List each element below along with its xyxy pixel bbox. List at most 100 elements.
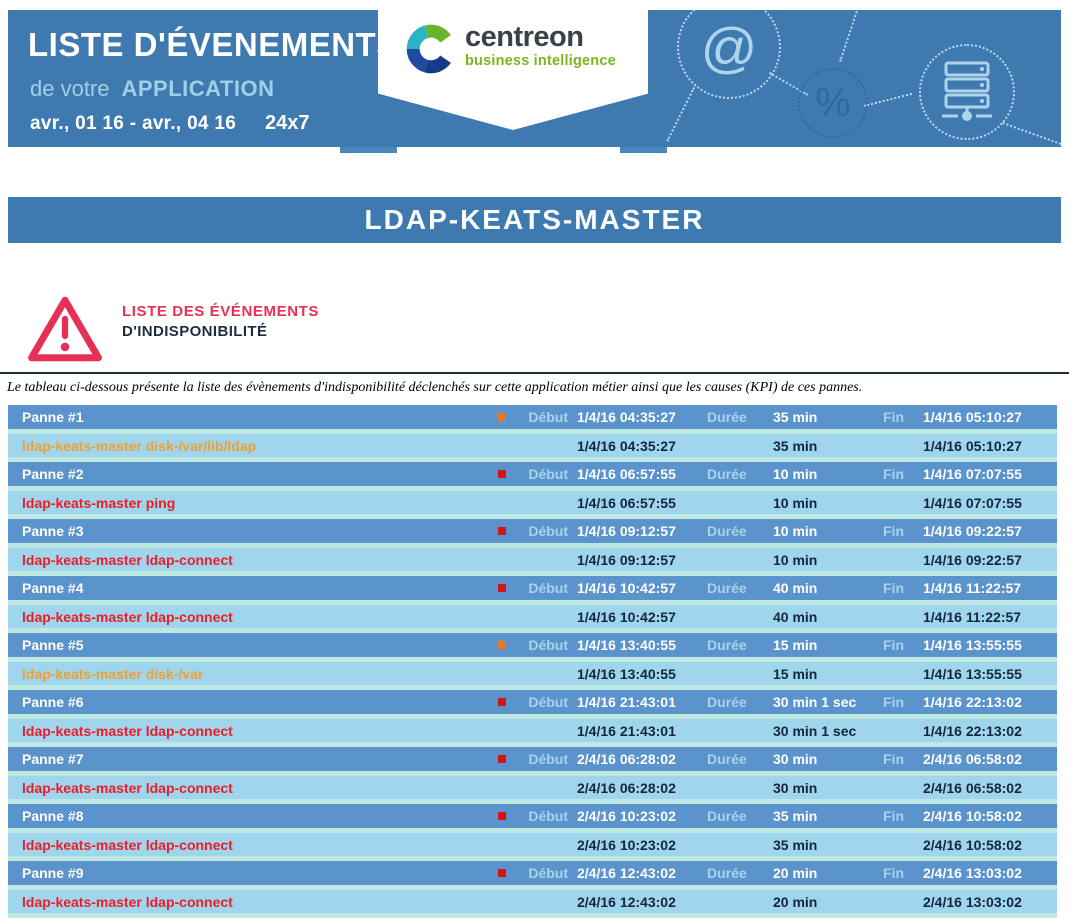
server-icon-glyph	[936, 60, 998, 124]
end-label: Fin	[883, 694, 923, 710]
header-edge-tab-left	[340, 147, 397, 153]
event-name: Panne #2	[8, 466, 498, 482]
end-value: 1/4/16 13:55:55	[923, 637, 1057, 653]
duration-value: 10 min	[773, 466, 883, 482]
event-header-row: Panne #9 Début 2/4/16 12:43:02 Durée 20 …	[8, 861, 1057, 885]
kpi-end-value: 2/4/16 06:58:02	[923, 780, 1057, 796]
kpi-name: ldap-keats-master ldap-connect	[8, 723, 498, 739]
application-banner: LDAP-KEATS-MASTER	[8, 197, 1061, 243]
kpi-end-value: 1/4/16 09:22:57	[923, 552, 1057, 568]
icon-spacer	[498, 784, 506, 792]
kpi-name: ldap-keats-master ping	[8, 495, 498, 511]
duration-value: 20 min	[773, 865, 883, 881]
event-group: Panne #2 Début 1/4/16 06:57:55 Durée 10 …	[8, 462, 1057, 519]
start-label: Début	[516, 694, 568, 710]
icon-spacer	[498, 442, 506, 450]
subtitle-emphasis: APPLICATION	[122, 76, 275, 101]
kpi-start-value: 2/4/16 10:23:02	[577, 837, 707, 853]
report-title: LISTE D'ÉVENEMENTS	[28, 26, 399, 64]
duration-label: Durée	[707, 637, 773, 653]
icon-spacer	[498, 670, 506, 678]
event-group: Panne #9 Début 2/4/16 12:43:02 Durée 20 …	[8, 861, 1057, 918]
kpi-name: ldap-keats-master ldap-connect	[8, 837, 498, 853]
severity-icon	[498, 584, 506, 592]
server-icon	[919, 44, 1015, 140]
kpi-name: ldap-keats-master disk-/var	[8, 666, 498, 682]
end-label: Fin	[883, 523, 923, 539]
event-detail-row: ldap-keats-master ldap-connect 2/4/16 10…	[8, 833, 1057, 856]
event-name: Panne #9	[8, 865, 498, 881]
header-edge-tab-right	[620, 147, 667, 153]
connector-line	[839, 10, 860, 62]
at-icon: @	[677, 10, 781, 99]
event-header-row: Panne #1 Début 1/4/16 04:35:27 Durée 35 …	[8, 405, 1057, 429]
kpi-start-value: 1/4/16 09:12:57	[577, 552, 707, 568]
warning-heading-line1: LISTE DES ÉVÉNEMENTS	[122, 303, 319, 320]
kpi-duration-value: 10 min	[773, 552, 883, 568]
divider	[0, 372, 1069, 374]
duration-label: Durée	[707, 694, 773, 710]
severity-icon	[498, 641, 506, 649]
centreon-logo: centreon business intelligence	[404, 22, 616, 76]
kpi-duration-value: 35 min	[773, 837, 883, 853]
event-group: Panne #3 Début 1/4/16 09:12:57 Durée 10 …	[8, 519, 1057, 576]
start-value: 2/4/16 06:28:02	[577, 751, 707, 767]
event-header-row: Panne #3 Début 1/4/16 09:12:57 Durée 10 …	[8, 519, 1057, 543]
event-header-row: Panne #6 Début 1/4/16 21:43:01 Durée 30 …	[8, 690, 1057, 714]
event-header-row: Panne #5 Début 1/4/16 13:40:55 Durée 15 …	[8, 633, 1057, 657]
start-value: 1/4/16 09:12:57	[577, 523, 707, 539]
severity-icon	[498, 527, 506, 535]
kpi-start-value: 1/4/16 10:42:57	[577, 609, 707, 625]
centreon-logo-icon	[404, 22, 458, 76]
end-label: Fin	[883, 580, 923, 596]
event-detail-row: ldap-keats-master disk-/var 1/4/16 13:40…	[8, 662, 1057, 685]
start-value: 2/4/16 12:43:02	[577, 865, 707, 881]
event-detail-row: ldap-keats-master ping 1/4/16 06:57:55 1…	[8, 491, 1057, 514]
start-value: 1/4/16 10:42:57	[577, 580, 707, 596]
kpi-duration-value: 15 min	[773, 666, 883, 682]
event-header-row: Panne #2 Début 1/4/16 06:57:55 Durée 10 …	[8, 462, 1057, 486]
event-detail-row: ldap-keats-master ldap-connect 1/4/16 10…	[8, 605, 1057, 628]
kpi-end-value: 1/4/16 13:55:55	[923, 666, 1057, 682]
event-group: Panne #4 Début 1/4/16 10:42:57 Durée 40 …	[8, 576, 1057, 633]
end-value: 2/4/16 13:03:02	[923, 865, 1057, 881]
report-subtitle: de votreAPPLICATION	[30, 76, 274, 102]
kpi-name: ldap-keats-master disk-/var/lib/ldap	[8, 438, 498, 454]
kpi-start-value: 2/4/16 06:28:02	[577, 780, 707, 796]
end-label: Fin	[883, 637, 923, 653]
events-table: Panne #1 Début 1/4/16 04:35:27 Durée 35 …	[8, 405, 1057, 918]
end-value: 1/4/16 07:07:55	[923, 466, 1057, 482]
percent-icon: %	[798, 68, 868, 138]
duration-value: 15 min	[773, 637, 883, 653]
warning-heading: LISTE DES ÉVÉNEMENTS D'INDISPONIBILITÉ	[122, 303, 319, 340]
logo-name: centreon	[465, 22, 616, 52]
duration-value: 35 min	[773, 409, 883, 425]
description-text: Le tableau ci-dessous présente la liste …	[7, 380, 862, 396]
event-group: Panne #1 Début 1/4/16 04:35:27 Durée 35 …	[8, 405, 1057, 462]
event-group: Panne #5 Début 1/4/16 13:40:55 Durée 15 …	[8, 633, 1057, 690]
kpi-end-value: 2/4/16 13:03:02	[923, 894, 1057, 910]
duration-value: 30 min 1 sec	[773, 694, 883, 710]
logo-tagline: business intelligence	[465, 53, 616, 69]
kpi-duration-value: 20 min	[773, 894, 883, 910]
event-name: Panne #6	[8, 694, 498, 710]
start-label: Début	[516, 466, 568, 482]
event-detail-row: ldap-keats-master ldap-connect 1/4/16 09…	[8, 548, 1057, 571]
duration-label: Durée	[707, 808, 773, 824]
start-value: 1/4/16 21:43:01	[577, 694, 707, 710]
kpi-name: ldap-keats-master ldap-connect	[8, 609, 498, 625]
event-name: Panne #4	[8, 580, 498, 596]
event-detail-row: ldap-keats-master ldap-connect 2/4/16 06…	[8, 776, 1057, 799]
event-name: Panne #1	[8, 409, 498, 425]
kpi-start-value: 1/4/16 13:40:55	[577, 666, 707, 682]
logo-text: centreon business intelligence	[465, 22, 616, 69]
connector-line	[666, 87, 695, 142]
percent-glyph: %	[815, 81, 851, 126]
end-value: 1/4/16 22:13:02	[923, 694, 1057, 710]
event-group: Panne #6 Début 1/4/16 21:43:01 Durée 30 …	[8, 690, 1057, 747]
event-header-row: Panne #8 Début 2/4/16 10:23:02 Durée 35 …	[8, 804, 1057, 828]
severity-icon	[498, 413, 506, 421]
start-label: Début	[516, 751, 568, 767]
event-name: Panne #3	[8, 523, 498, 539]
duration-label: Durée	[707, 409, 773, 425]
